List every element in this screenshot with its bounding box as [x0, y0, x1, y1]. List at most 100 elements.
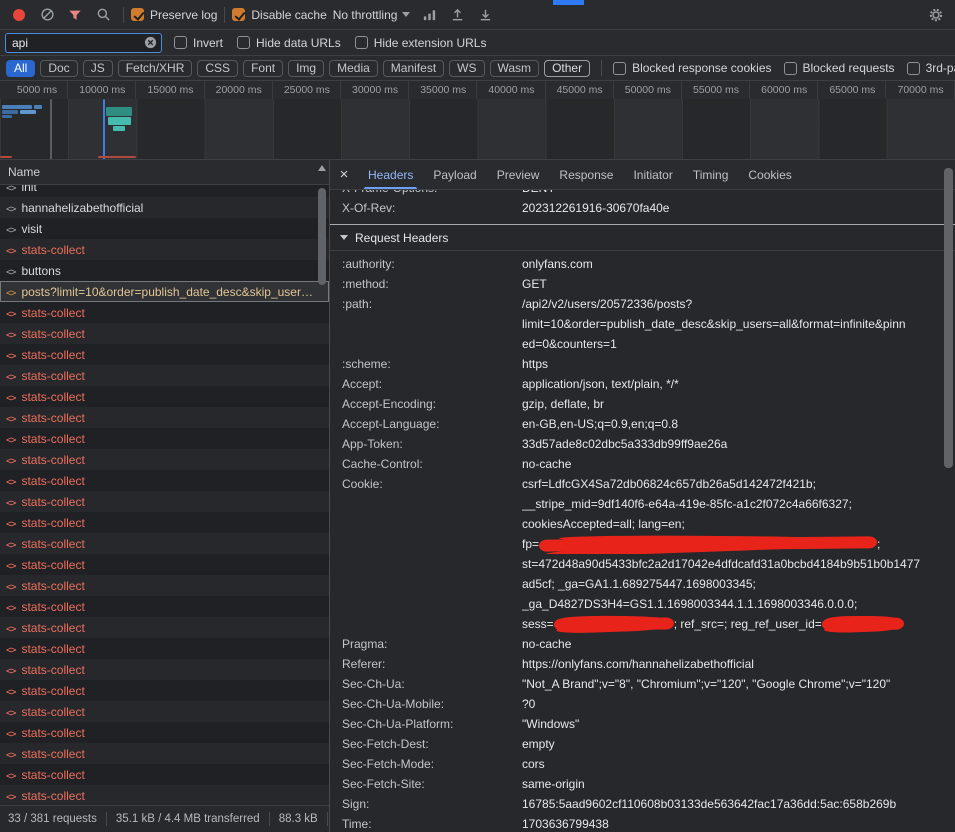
request-row[interactable]: posts?limit=10&order=publish_date_desc&s…: [0, 281, 329, 302]
request-row[interactable]: stats-collect: [0, 491, 329, 512]
request-row[interactable]: stats-collect: [0, 617, 329, 638]
filter-option-checkbox[interactable]: Invert: [174, 36, 223, 50]
request-headers-section-header[interactable]: Request Headers: [330, 225, 955, 251]
network-conditions-button[interactable]: [416, 3, 442, 27]
type-filter-pill[interactable]: JS: [83, 60, 113, 77]
throttling-select[interactable]: No throttling: [333, 8, 411, 22]
checkbox-icon: [355, 36, 368, 49]
request-row[interactable]: stats-collect: [0, 407, 329, 428]
type-filter-pill[interactable]: Wasm: [490, 60, 540, 77]
request-name: stats-collect: [21, 747, 84, 761]
network-toolbar: Preserve log Disable cache No throttling: [0, 0, 955, 30]
devtools-settings-button[interactable]: [923, 3, 949, 27]
request-details-panel: × Headers Payload Preview Response Initi…: [330, 160, 955, 832]
name-column-header[interactable]: Name: [0, 160, 329, 185]
request-row[interactable]: stats-collect: [0, 344, 329, 365]
request-row[interactable]: stats-collect: [0, 575, 329, 596]
request-row[interactable]: hannahelizabethofficial: [0, 197, 329, 218]
record-button[interactable]: [6, 3, 32, 27]
type-filter-pill[interactable]: Font: [243, 60, 283, 77]
details-tab[interactable]: Payload: [423, 160, 486, 189]
request-row[interactable]: stats-collect: [0, 554, 329, 575]
filter-toggle-button[interactable]: [62, 3, 88, 27]
close-details-button[interactable]: ×: [330, 160, 358, 189]
scroll-up-arrow-icon[interactable]: [318, 165, 326, 171]
request-name: stats-collect: [21, 306, 84, 320]
request-row[interactable]: stats-collect: [0, 302, 329, 323]
request-row[interactable]: init: [0, 185, 329, 197]
checkbox-label: Invert: [193, 36, 223, 50]
type-filter-pill[interactable]: All: [6, 60, 35, 77]
header-value-text: ad5cf; _ga=GA1.1.689275447.1698003345;: [522, 577, 756, 591]
blocked-filter-checkbox[interactable]: Blocked requests: [784, 61, 895, 75]
request-row[interactable]: stats-collect: [0, 512, 329, 533]
type-filter-pill[interactable]: WS: [449, 60, 484, 77]
request-row[interactable]: visit: [0, 218, 329, 239]
type-filter-pill[interactable]: Fetch/XHR: [118, 60, 193, 77]
request-row[interactable]: stats-collect: [0, 785, 329, 805]
request-row[interactable]: stats-collect: [0, 533, 329, 554]
request-row[interactable]: stats-collect: [0, 701, 329, 722]
request-name: stats-collect: [21, 516, 84, 530]
clear-filter-icon[interactable]: [144, 36, 157, 49]
import-har-button[interactable]: [444, 3, 470, 27]
overview-waterfall[interactable]: [0, 99, 955, 159]
script-file-icon: [6, 327, 15, 341]
script-file-icon: [6, 726, 15, 740]
request-row[interactable]: stats-collect: [0, 596, 329, 617]
request-row[interactable]: stats-collect: [0, 764, 329, 785]
response-headers-tail: X-Frame-Options: DENY X-Of-Rev: 20231226…: [330, 190, 955, 218]
header-value: onlyfans.com: [522, 254, 955, 274]
request-name: stats-collect: [21, 768, 84, 782]
filter-input[interactable]: [12, 36, 140, 50]
type-filter-pill[interactable]: Img: [288, 60, 324, 77]
details-tab[interactable]: Cookies: [738, 160, 801, 189]
filter-option-checkbox[interactable]: Hide data URLs: [237, 36, 341, 50]
request-row[interactable]: stats-collect: [0, 323, 329, 344]
filter-option-checkbox[interactable]: Hide extension URLs: [355, 36, 487, 50]
request-row[interactable]: stats-collect: [0, 470, 329, 491]
request-row[interactable]: stats-collect: [0, 449, 329, 470]
scrollbar-thumb[interactable]: [318, 188, 326, 285]
request-row[interactable]: stats-collect: [0, 722, 329, 743]
details-tab[interactable]: Timing: [683, 160, 739, 189]
request-list-scrollbar[interactable]: [317, 163, 327, 803]
type-filter-pill[interactable]: Media: [329, 60, 378, 77]
type-filter-pill[interactable]: Doc: [40, 60, 77, 77]
disable-cache-checkbox[interactable]: Disable cache: [232, 8, 326, 22]
request-row[interactable]: stats-collect: [0, 659, 329, 680]
request-row[interactable]: stats-collect: [0, 386, 329, 407]
request-row[interactable]: stats-collect: [0, 428, 329, 449]
request-row[interactable]: stats-collect: [0, 638, 329, 659]
details-tab[interactable]: Preview: [487, 160, 550, 189]
header-row: Accept-Language: en-GB,en-US;q=0.9,en;q=…: [330, 414, 955, 434]
type-filter-pill[interactable]: Manifest: [383, 60, 444, 77]
request-row[interactable]: buttons: [0, 260, 329, 281]
script-file-icon: [6, 516, 15, 530]
blocked-filter-checkbox[interactable]: 3rd-party requests: [907, 61, 955, 75]
export-har-button[interactable]: [472, 3, 498, 27]
preserve-log-checkbox[interactable]: Preserve log: [131, 8, 217, 22]
details-scrollbar-thumb[interactable]: [944, 168, 953, 468]
blocked-filter-checkbox[interactable]: Blocked response cookies: [613, 61, 771, 75]
checkbox-label: Hide extension URLs: [374, 36, 487, 50]
header-row: Sec-Fetch-Mode: cors: [330, 754, 955, 774]
type-filter-pill[interactable]: CSS: [197, 60, 238, 77]
redaction-scribble: [539, 536, 877, 552]
filter-input-wrapper: [5, 33, 162, 53]
overview-activity-bar: [2, 110, 18, 114]
request-row[interactable]: stats-collect: [0, 680, 329, 701]
search-button[interactable]: [90, 3, 116, 27]
header-row: Sec-Ch-Ua: "Not_A Brand";v="8", "Chromiu…: [330, 674, 955, 694]
request-row[interactable]: stats-collect: [0, 365, 329, 386]
request-row[interactable]: stats-collect: [0, 239, 329, 260]
request-row[interactable]: stats-collect: [0, 743, 329, 764]
checkbox-label: Hide data URLs: [256, 36, 341, 50]
details-tab[interactable]: Headers: [358, 160, 423, 189]
type-filter-pill[interactable]: Other: [544, 60, 590, 77]
clear-network-log-button[interactable]: [34, 3, 60, 27]
details-tab[interactable]: Response: [549, 160, 623, 189]
header-value: no-cache: [522, 634, 955, 654]
header-name: Sec-Fetch-Dest:: [330, 734, 522, 754]
details-tab[interactable]: Initiator: [623, 160, 682, 189]
